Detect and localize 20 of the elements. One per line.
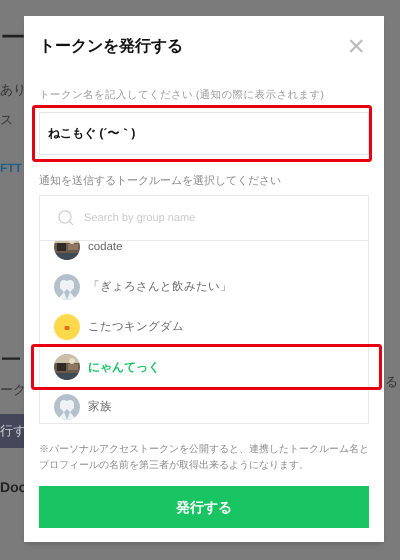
room-item[interactable]: codate: [40, 241, 368, 268]
group-avatar-icon: [54, 274, 80, 300]
background-text: あり: [0, 82, 27, 98]
search-icon: [58, 210, 74, 226]
background-text: ーク: [0, 382, 27, 398]
field-label: 通知を送信するトークルームを選択してください: [39, 174, 282, 189]
dialog-title: トークンを発行する: [39, 37, 183, 57]
background-text: ー: [0, 348, 23, 372]
token-name-field[interactable]: ねこもぐ (´〜｀): [39, 112, 369, 155]
avatar-icon: [54, 314, 80, 340]
room-item[interactable]: 家族: [40, 387, 368, 424]
background-text: ス: [0, 112, 14, 128]
notice-text: ※パーソナルアクセストークンを公開すると、連携したトークルーム名とプロフィールの名前を第三者が取得出来るようになります。: [39, 442, 369, 474]
background-text: る: [385, 373, 398, 391]
room-item[interactable]: 「ぎょろさんと飲みたい」: [40, 267, 368, 308]
field-label: トークン名を記入してください (通知の際に表示されます): [39, 88, 325, 103]
room-item[interactable]: こたつキングダム: [40, 307, 368, 348]
background-text: ー: [0, 22, 27, 52]
group-avatar-icon: [54, 394, 80, 420]
background-logo: FTT: [0, 160, 23, 177]
